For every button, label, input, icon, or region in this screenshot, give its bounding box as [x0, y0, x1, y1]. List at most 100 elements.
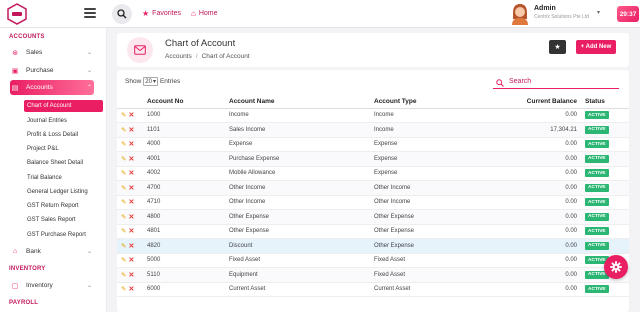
cell-current-balance: 0.00 [478, 180, 581, 196]
sidebar-item-purchase[interactable]: ▣ Purchase ⌄ [10, 63, 94, 78]
table-row[interactable]: ✎ ✕ 1000 Income Income 0.00 ACTIVE [117, 108, 629, 123]
edit-icon[interactable]: ✎ [121, 170, 126, 177]
table-row[interactable]: ✎ ✕ 4002 Mobile Allowance Expense 0.00 ACTIVE [117, 166, 629, 181]
cell-account-name: Mobile Allowance [225, 166, 370, 181]
search-icon[interactable] [112, 4, 132, 24]
table-row[interactable]: ✎ ✕ 5000 Fixed Asset Fixed Asset 0.00 ACTIVE [117, 253, 629, 268]
cell-account-name: Other Expense [225, 224, 370, 239]
home-link[interactable]: ⌂ Home [191, 9, 218, 18]
delete-icon[interactable]: ✕ [128, 141, 134, 148]
settings-button[interactable] [604, 255, 628, 279]
sidebar-subitem-chart-of-account[interactable]: Chart of Account [24, 100, 103, 112]
table-row[interactable]: ✎ ✕ 4800 Other Expense Other Expense 0.00 ACTI… [117, 209, 629, 225]
menu-toggle-icon[interactable] [84, 8, 96, 18]
entries-select[interactable]: 20 ▾ [143, 77, 158, 86]
table-row[interactable]: ✎ ✕ 4001 Purchase Expense Expense 0.00 ACTIVE [117, 151, 629, 167]
edit-icon[interactable]: ✎ [121, 243, 126, 250]
edit-icon[interactable]: ✎ [121, 257, 126, 264]
avatar[interactable] [510, 3, 530, 25]
edit-icon[interactable]: ✎ [121, 214, 126, 221]
cell-account-no: 4000 [143, 137, 225, 152]
box-icon: ▢ [11, 282, 19, 290]
tag-icon: ⊛ [12, 49, 18, 57]
edit-icon[interactable]: ✎ [121, 156, 126, 163]
cell-account-name: Income [225, 108, 370, 123]
row-actions: ✎ ✕ [117, 108, 143, 123]
delete-icon[interactable]: ✕ [128, 127, 134, 134]
chevron-down-icon: ⌄ [86, 283, 92, 289]
sidebar-subitem-gst-purchase[interactable]: GST Purchase Report [24, 229, 103, 241]
sidebar-subitem-trial-balance[interactable]: Trial Balance [24, 172, 103, 184]
top-nav: ★ Favorites ⌂ Home [142, 9, 218, 18]
delete-icon[interactable]: ✕ [128, 257, 134, 264]
table-row[interactable]: ✎ ✕ 1101 Sales Income Income 17,304.21 ACTIVE [117, 122, 629, 138]
sidebar-subitem-project-pl[interactable]: Project P&L [24, 143, 103, 155]
table-row[interactable]: ✎ ✕ 4000 Expense Expense 0.00 ACTIVE [117, 137, 629, 152]
sidebar-subitem-balance-sheet-detail[interactable]: Balance Sheet Detail [24, 157, 103, 169]
breadcrumb-current: Chart of Account [201, 53, 250, 60]
sidebar-subitem-journal-entries[interactable]: Journal Entries [24, 115, 103, 127]
cell-status: ACTIVE [581, 224, 629, 239]
table-row[interactable]: ✎ ✕ 4820 Discount Other Expense 0.00 ACTIVE [117, 238, 629, 254]
delete-icon[interactable]: ✕ [128, 199, 134, 206]
delete-icon[interactable]: ✕ [128, 112, 134, 119]
favorite-button[interactable]: ★ [549, 40, 566, 54]
edit-icon[interactable]: ✎ [121, 127, 126, 134]
edit-icon[interactable]: ✎ [121, 185, 126, 192]
cell-account-type: Current Asset [370, 282, 478, 297]
status-badge: ACTIVE [585, 169, 609, 178]
sidebar-item-bank[interactable]: ⌂ Bank ⌄ [10, 244, 94, 259]
edit-icon[interactable]: ✎ [121, 286, 126, 293]
table-row[interactable]: ✎ ✕ 5110 Equipment Fixed Asset 0.00 ACTIVE [117, 267, 629, 283]
row-actions: ✎ ✕ [117, 151, 143, 167]
header-status[interactable]: Status [581, 96, 629, 109]
edit-icon[interactable]: ✎ [121, 199, 126, 206]
add-new-button[interactable]: + Add New [576, 40, 616, 54]
delete-icon[interactable]: ✕ [128, 243, 134, 250]
cell-status: ACTIVE [581, 180, 629, 196]
cell-account-no: 4001 [143, 151, 225, 167]
table-row[interactable]: ✎ ✕ 4700 Other Income Other Income 0.00 ACTIVE [117, 180, 629, 196]
delete-icon[interactable]: ✕ [128, 185, 134, 192]
cell-account-name: Other Expense [225, 209, 370, 225]
status-badge: ACTIVE [585, 183, 609, 192]
breadcrumb-accounts[interactable]: Accounts [165, 53, 192, 60]
header-current-balance[interactable]: Current Balance [478, 96, 581, 109]
delete-icon[interactable]: ✕ [128, 228, 134, 235]
sidebar-subitem-gst-return[interactable]: GST Return Report [24, 200, 103, 212]
header-account-name[interactable]: Account Name [225, 96, 370, 109]
sidebar-subitem-gst-sales[interactable]: GST Sales Report [24, 214, 103, 226]
table-row[interactable]: ✎ ✕ 6000 Current Asset Current Asset 0.00 ACTI… [117, 282, 629, 297]
delete-icon[interactable]: ✕ [128, 272, 134, 279]
breadcrumb: Accounts / Chart of Account [165, 53, 250, 60]
user-info[interactable]: Admin Centrix Solutions Pte Ltd [534, 5, 589, 20]
gear-icon [610, 261, 622, 273]
delete-icon[interactable]: ✕ [128, 170, 134, 177]
favorites-link[interactable]: ★ Favorites [142, 9, 181, 18]
cell-account-name: Expense [225, 137, 370, 152]
edit-icon[interactable]: ✎ [121, 228, 126, 235]
edit-icon[interactable]: ✎ [121, 272, 126, 279]
sidebar-section-payroll: PAYROLL [9, 300, 39, 306]
edit-icon[interactable]: ✎ [121, 141, 126, 148]
delete-icon[interactable]: ✕ [128, 156, 134, 163]
show-label: Show [125, 78, 142, 85]
header-account-no[interactable]: Account No [143, 96, 225, 109]
sidebar-subitem-profit-loss-detail[interactable]: Profit & Loss Detail [24, 129, 103, 141]
edit-icon[interactable]: ✎ [121, 112, 126, 119]
delete-icon[interactable]: ✕ [128, 214, 134, 221]
chevron-down-icon[interactable]: ▾ [597, 9, 600, 16]
cell-account-name: Fixed Asset [225, 253, 370, 268]
header-account-type[interactable]: Account Type [370, 96, 478, 109]
delete-icon[interactable]: ✕ [128, 286, 134, 293]
sidebar-item-sales[interactable]: ⊛ Sales ⌄ [10, 45, 94, 60]
sidebar-subitem-general-ledger[interactable]: General Ledger Listing [24, 186, 103, 198]
cell-account-no: 4801 [143, 224, 225, 239]
app-logo[interactable] [6, 3, 28, 25]
table-row[interactable]: ✎ ✕ 4710 Other Income Other Income 0.00 ACTIVE [117, 195, 629, 210]
sidebar-item-accounts[interactable]: ▤ Accounts ⌃ [10, 80, 94, 95]
search-input[interactable]: Search [493, 76, 619, 89]
sidebar-item-inventory[interactable]: ▢ Inventory ⌄ [10, 278, 94, 293]
table-row[interactable]: ✎ ✕ 4801 Other Expense Other Expense 0.00 ACTI… [117, 224, 629, 239]
user-name: Admin [534, 5, 556, 12]
